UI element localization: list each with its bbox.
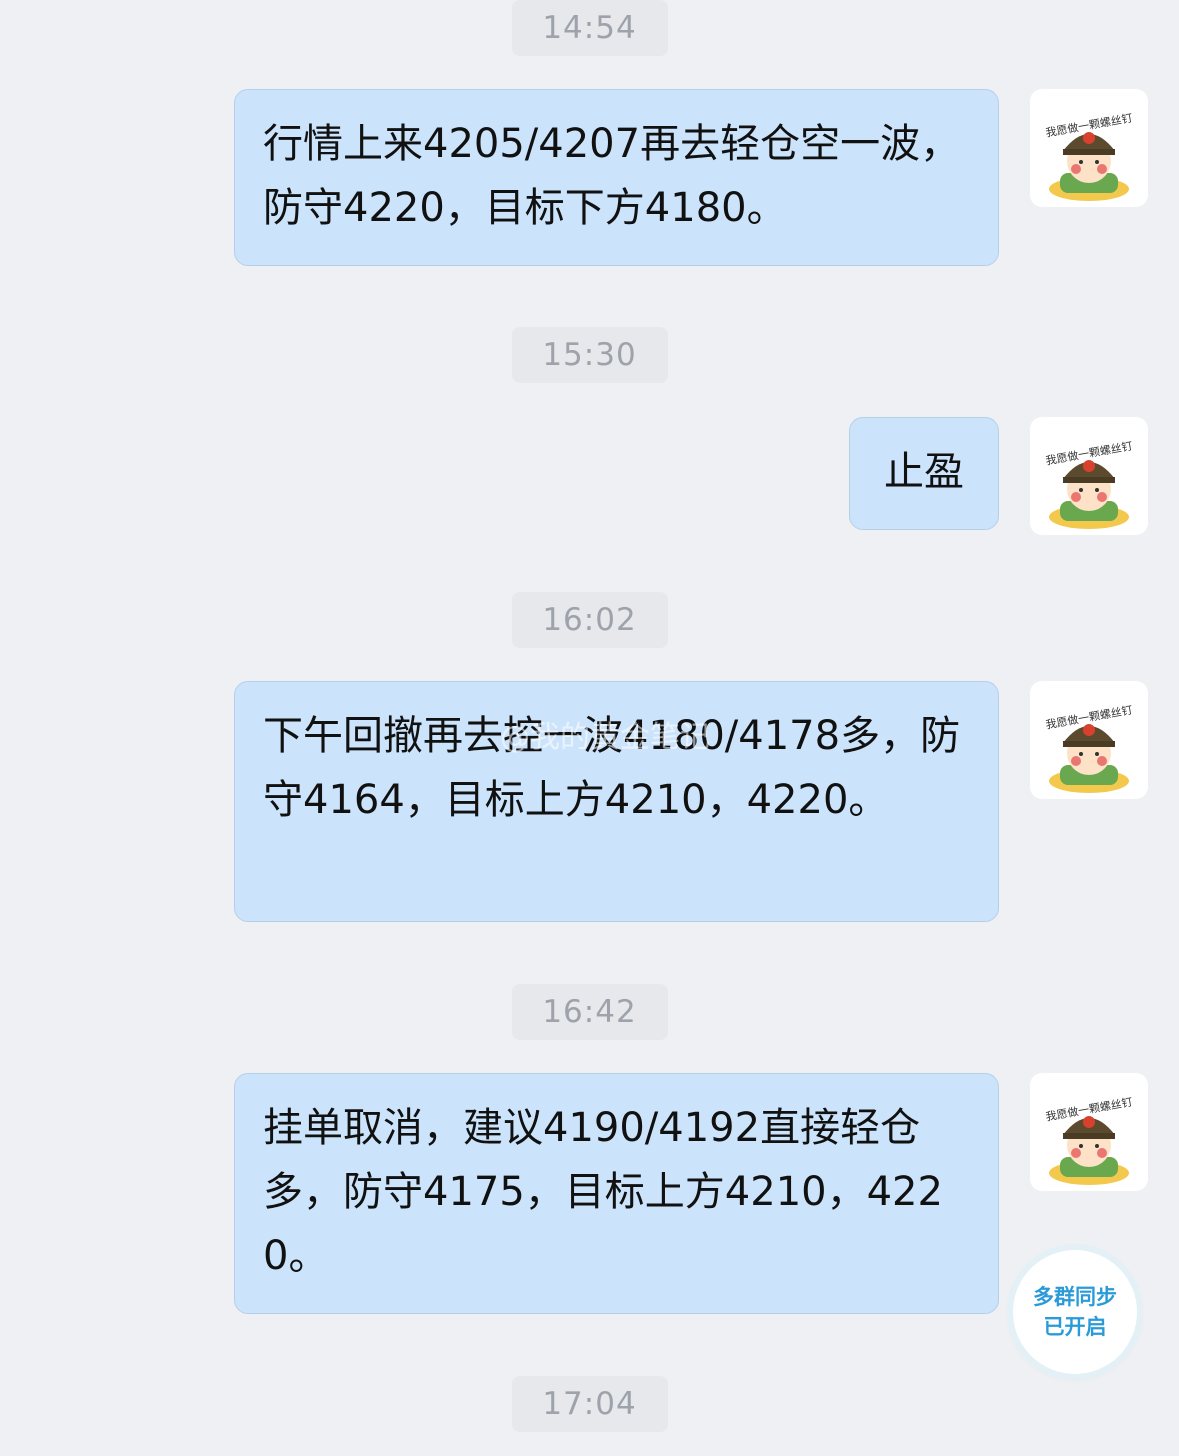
message-bubble[interactable]: 行情上来4205/4207再去轻仓空一波，防守4220，目标下方4180。 [234, 89, 999, 266]
message-bubble[interactable]: 下午回撤再去控一波4180/4178多，防守4164，目标上方4210，4220… [234, 681, 999, 922]
chat-area[interactable]: 14:54 行情上来4205/4207再去轻仓空一波，防守4220，目标下方41… [0, 0, 1179, 1456]
avatar[interactable]: 我愿做一颗螺丝钉 [1030, 417, 1148, 535]
timestamp: 15:30 [511, 327, 668, 383]
timestamp: 16:42 [511, 984, 668, 1040]
avatar-icon: 我愿做一颗螺丝钉 [1045, 1095, 1134, 1185]
multi-group-sync-badge[interactable]: 多群同步 已开启 [1013, 1250, 1137, 1374]
timestamp: 14:54 [511, 0, 668, 56]
message-bubble[interactable]: 止盈 [849, 417, 999, 530]
avatar-icon: 我愿做一颗螺丝钉 [1045, 111, 1134, 201]
timestamp: 17:04 [511, 1376, 668, 1432]
avatar[interactable]: 我愿做一颗螺丝钉 [1030, 89, 1148, 207]
avatar-icon: 我愿做一颗螺丝钉 [1045, 703, 1134, 793]
sync-badge-line2: 已开启 [1043, 1315, 1107, 1339]
sync-badge-line1: 多群同步 [1033, 1285, 1117, 1309]
avatar[interactable]: 我愿做一颗螺丝钉 [1030, 681, 1148, 799]
message-bubble[interactable]: 挂单取消，建议4190/4192直接轻仓多，防守4175，目标上方4210，42… [234, 1073, 999, 1314]
avatar-icon: 我愿做一颗螺丝钉 [1045, 439, 1134, 529]
timestamp: 16:02 [511, 592, 668, 648]
avatar[interactable]: 我愿做一颗螺丝钉 [1030, 1073, 1148, 1191]
